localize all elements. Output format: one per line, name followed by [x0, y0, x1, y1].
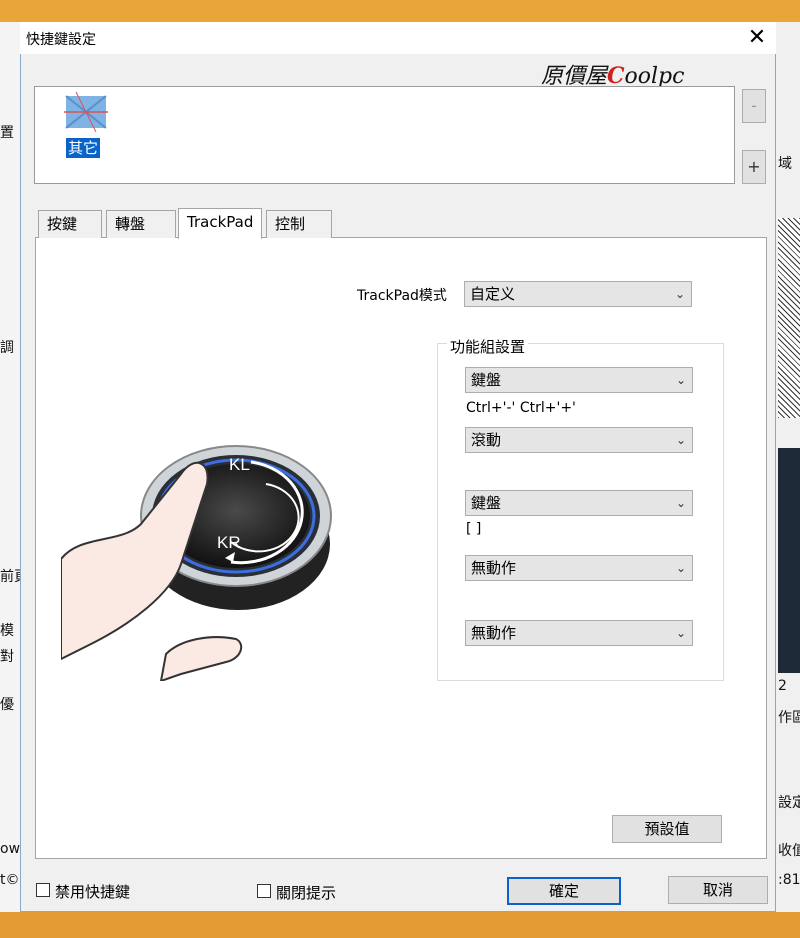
kr-label: KR	[217, 533, 241, 552]
disable-shortcuts-checkbox[interactable]	[36, 883, 50, 897]
chevron-down-icon: ⌄	[675, 626, 686, 640]
background-text: 2	[778, 678, 787, 694]
background-hatch-pattern	[778, 218, 800, 418]
background-preview-image	[778, 448, 800, 673]
tab-keys[interactable]: 按鍵	[38, 210, 102, 238]
cancel-button[interactable]: 取消	[668, 876, 768, 904]
title-bar[interactable]	[20, 22, 776, 54]
background-text: t©	[0, 872, 20, 888]
background-text: :81	[778, 872, 800, 888]
function-1-note: Ctrl+'-' Ctrl+'+'	[466, 400, 576, 416]
trackpad-illustration: KL KR	[60, 344, 400, 683]
remove-app-button[interactable]: -	[742, 89, 766, 123]
background-text: 模	[0, 623, 14, 639]
trackpad-mode-label: TrackPad模式	[357, 288, 447, 304]
disable-shortcuts-label[interactable]: 禁用快捷鍵	[55, 881, 130, 902]
background-text: ow	[0, 841, 20, 857]
close-tips-label[interactable]: 關閉提示	[276, 882, 336, 903]
function-4-select[interactable]: 無動作 ⌄	[465, 555, 693, 581]
chevron-down-icon: ⌄	[675, 373, 686, 387]
chevron-down-icon: ⌄	[675, 433, 686, 447]
function-3-select[interactable]: 鍵盤 ⌄	[465, 490, 693, 516]
background-text: 調	[0, 340, 14, 356]
background-text: 置	[0, 125, 14, 141]
background-window-top	[0, 0, 800, 22]
background-text: 域	[778, 156, 792, 172]
other-app-label[interactable]: 其它	[66, 138, 101, 158]
background-text: 前頁	[0, 569, 20, 585]
application-list[interactable]	[34, 86, 735, 184]
kl-label: KL	[229, 455, 250, 474]
close-tips-checkbox[interactable]	[257, 884, 271, 898]
chevron-down-icon: ⌄	[675, 496, 686, 510]
function-3-note: [ ]	[466, 521, 482, 537]
function-group-title: 功能組設置	[447, 336, 529, 357]
ok-button[interactable]: 確定	[507, 877, 621, 905]
tab-control[interactable]: 控制	[266, 210, 332, 238]
dialog-title: 快捷鍵設定	[26, 32, 96, 48]
function-2-select[interactable]: 滾動 ⌄	[465, 427, 693, 453]
background-text: 設定	[778, 795, 800, 811]
default-button[interactable]: 預設值	[612, 815, 722, 843]
background-text: 對	[0, 649, 14, 665]
function-1-select[interactable]: 鍵盤 ⌄	[465, 367, 693, 393]
function-5-select[interactable]: 無動作 ⌄	[465, 620, 693, 646]
background-window-left	[0, 22, 20, 912]
chevron-down-icon: ⌄	[675, 561, 686, 575]
chevron-down-icon: ⌄	[674, 287, 685, 301]
other-app-icon[interactable]	[62, 90, 110, 134]
taskbar-fragment	[0, 912, 800, 938]
background-text: 作區	[778, 710, 800, 726]
background-text: 收值	[778, 843, 800, 859]
background-text: 優	[0, 697, 14, 713]
close-icon[interactable]: ✕	[742, 24, 772, 52]
add-app-button[interactable]: +	[742, 150, 766, 184]
tab-trackpad[interactable]: TrackPad	[178, 208, 262, 239]
tab-dial[interactable]: 轉盤	[106, 210, 176, 238]
trackpad-mode-select[interactable]: 自定义 ⌄	[464, 281, 692, 307]
